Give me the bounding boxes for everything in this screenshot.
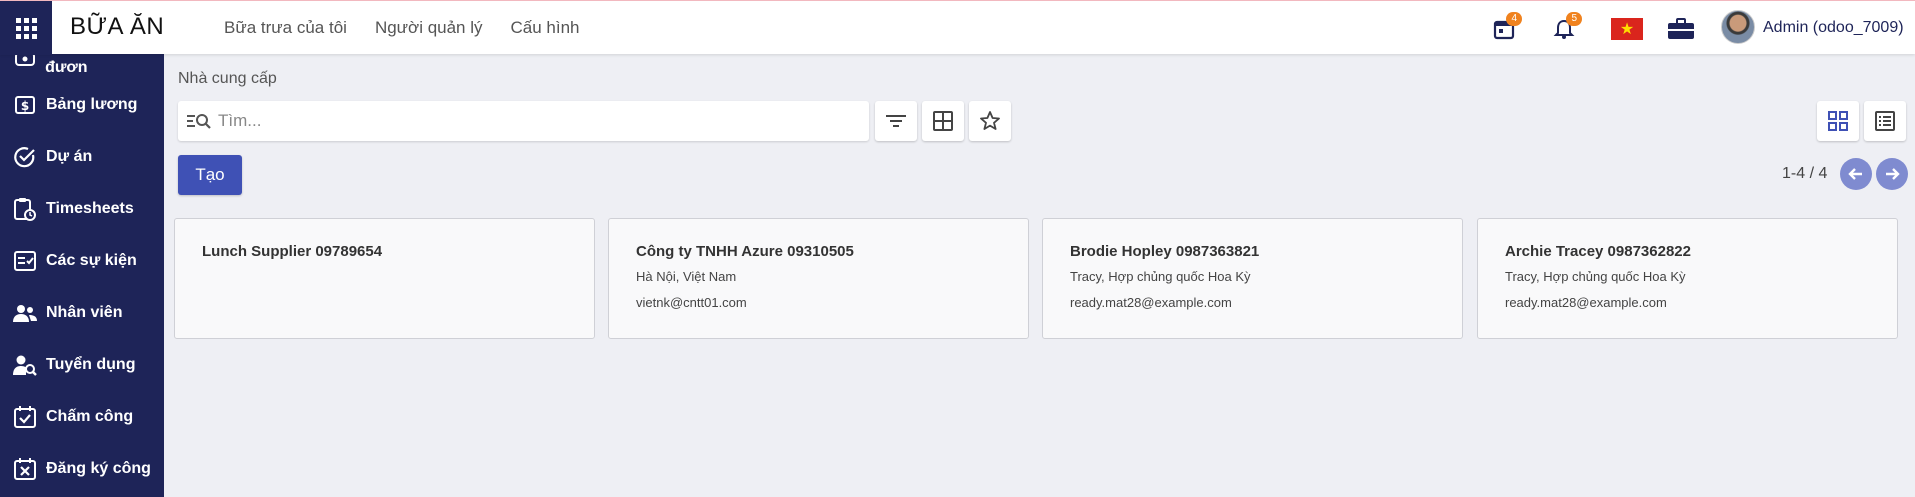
sidebar-item-employees[interactable]: Nhân viên bbox=[12, 296, 122, 330]
sidebar-item-label: Tuyển dụng bbox=[46, 356, 136, 373]
language-button[interactable]: ★ bbox=[1610, 15, 1644, 43]
vendor-email: ready.mat28@example.com bbox=[1505, 295, 1667, 310]
sidebar-item-label: Bảng lương bbox=[46, 96, 138, 113]
vendor-name: Lunch Supplier 09789654 bbox=[202, 243, 383, 260]
pager-next-button[interactable] bbox=[1876, 158, 1908, 190]
sidebar-item-label: Kiểm soát đươn bbox=[45, 54, 121, 76]
menu-configuration[interactable]: Cấu hình bbox=[511, 18, 580, 38]
clipboard-clock-icon bbox=[12, 196, 38, 222]
star-icon bbox=[980, 111, 1000, 130]
briefcase-icon bbox=[1668, 18, 1694, 39]
search-options-icon[interactable] bbox=[186, 111, 212, 136]
sidebar-item-attendance[interactable]: Chấm công bbox=[12, 400, 133, 434]
sidebar-item-label: Timesheets bbox=[46, 200, 134, 217]
users-icon bbox=[12, 300, 38, 326]
vendor-name: Archie Tracey 0987362822 bbox=[1505, 243, 1691, 260]
user-avatar[interactable] bbox=[1721, 10, 1755, 44]
filter-icon bbox=[886, 115, 906, 127]
notification-button[interactable]: 5 bbox=[1552, 12, 1582, 43]
notification-badge: 5 bbox=[1566, 12, 1582, 26]
user-search-icon bbox=[12, 352, 38, 378]
vendor-card[interactable]: Archie Tracey 0987362822 Tracy, Hợp chủn… bbox=[1477, 218, 1898, 339]
list-icon bbox=[1875, 111, 1895, 131]
event-list-icon bbox=[12, 248, 38, 274]
sidebar-item-label: Các sự kiện bbox=[46, 252, 137, 269]
pager-value[interactable]: 1-4 / 4 bbox=[1782, 165, 1827, 183]
sidebar-item-work-registration[interactable]: Đăng ký công bbox=[12, 452, 151, 486]
favorites-button[interactable] bbox=[969, 101, 1011, 141]
sidebar-item-projects[interactable]: Dự án bbox=[12, 140, 92, 174]
list-view-button[interactable] bbox=[1864, 101, 1906, 141]
vendor-email: vietnk@cntt01.com bbox=[636, 295, 747, 310]
breadcrumb: Nhà cung cấp bbox=[178, 70, 277, 87]
menu-my-lunch[interactable]: Bữa trưa của tôi bbox=[224, 18, 347, 38]
sidebar-item-events[interactable]: Các sự kiện bbox=[12, 244, 137, 278]
group-by-button[interactable] bbox=[922, 101, 964, 141]
create-button[interactable]: Tạo bbox=[178, 155, 242, 195]
kanban-icon bbox=[1828, 111, 1848, 131]
vendor-address: Tracy, Hợp chủng quốc Hoa Kỳ bbox=[1505, 269, 1686, 284]
activity-button[interactable]: 4 bbox=[1492, 12, 1522, 43]
svg-text:$: $ bbox=[21, 99, 29, 113]
pager-previous-button[interactable] bbox=[1840, 158, 1872, 190]
app-menu-button[interactable] bbox=[0, 1, 52, 55]
top-navbar: BỮA ĂN Bữa trưa của tôi Người quản lý Cấ… bbox=[0, 0, 1915, 55]
filter-button[interactable] bbox=[875, 101, 917, 141]
layers-grid-icon bbox=[933, 111, 953, 131]
top-menu: Bữa trưa của tôi Người quản lý Cấu hình bbox=[224, 18, 580, 38]
sidebar-item-expense-control[interactable]: Kiểm soát đươn bbox=[12, 54, 164, 76]
sidebar: Kiểm soát đươn $ Bảng lương Dự án Timesh… bbox=[0, 54, 164, 497]
sidebar-item-label: Đăng ký công bbox=[46, 460, 151, 477]
money-icon bbox=[12, 54, 37, 72]
calendar-check-icon bbox=[12, 404, 38, 430]
sidebar-item-label: Dự án bbox=[46, 148, 93, 165]
sidebar-item-payroll[interactable]: $ Bảng lương bbox=[12, 88, 137, 122]
dollar-icon: $ bbox=[12, 92, 38, 118]
vendor-card[interactable]: Lunch Supplier 09789654 bbox=[174, 218, 595, 339]
arrow-left-icon bbox=[1848, 168, 1862, 180]
app-title: BỮA ĂN bbox=[70, 13, 165, 40]
search-input[interactable] bbox=[218, 107, 858, 135]
vendor-card[interactable]: Công ty TNHH Azure 09310505 Hà Nội, Việt… bbox=[608, 218, 1029, 339]
search-bar bbox=[178, 101, 869, 141]
vendor-card[interactable]: Brodie Hopley 0987363821 Tracy, Hợp chủn… bbox=[1042, 218, 1463, 339]
activity-badge: 4 bbox=[1506, 12, 1522, 26]
calendar-x-icon bbox=[12, 456, 38, 482]
sidebar-item-timesheets[interactable]: Timesheets bbox=[12, 192, 134, 226]
user-menu[interactable]: Admin (odoo_7009) bbox=[1763, 19, 1904, 37]
sidebar-item-label: Nhân viên bbox=[46, 304, 123, 321]
menu-manager[interactable]: Người quản lý bbox=[375, 18, 483, 38]
check-circle-icon bbox=[12, 144, 38, 170]
company-switch-button[interactable] bbox=[1666, 15, 1696, 43]
arrow-right-icon bbox=[1886, 168, 1900, 180]
vendor-address: Hà Nội, Việt Nam bbox=[636, 269, 737, 284]
grid-icon bbox=[15, 17, 37, 39]
kanban-view-button[interactable] bbox=[1817, 101, 1859, 141]
vendor-address: Tracy, Hợp chủng quốc Hoa Kỳ bbox=[1070, 269, 1251, 284]
sidebar-item-label: Chấm công bbox=[46, 408, 134, 425]
vendor-name: Brodie Hopley 0987363821 bbox=[1070, 243, 1260, 260]
vendor-name: Công ty TNHH Azure 09310505 bbox=[636, 243, 854, 260]
sidebar-item-recruitment[interactable]: Tuyển dụng bbox=[12, 348, 135, 382]
vendor-email: ready.mat28@example.com bbox=[1070, 295, 1232, 310]
vietnam-flag-icon: ★ bbox=[1611, 18, 1643, 40]
